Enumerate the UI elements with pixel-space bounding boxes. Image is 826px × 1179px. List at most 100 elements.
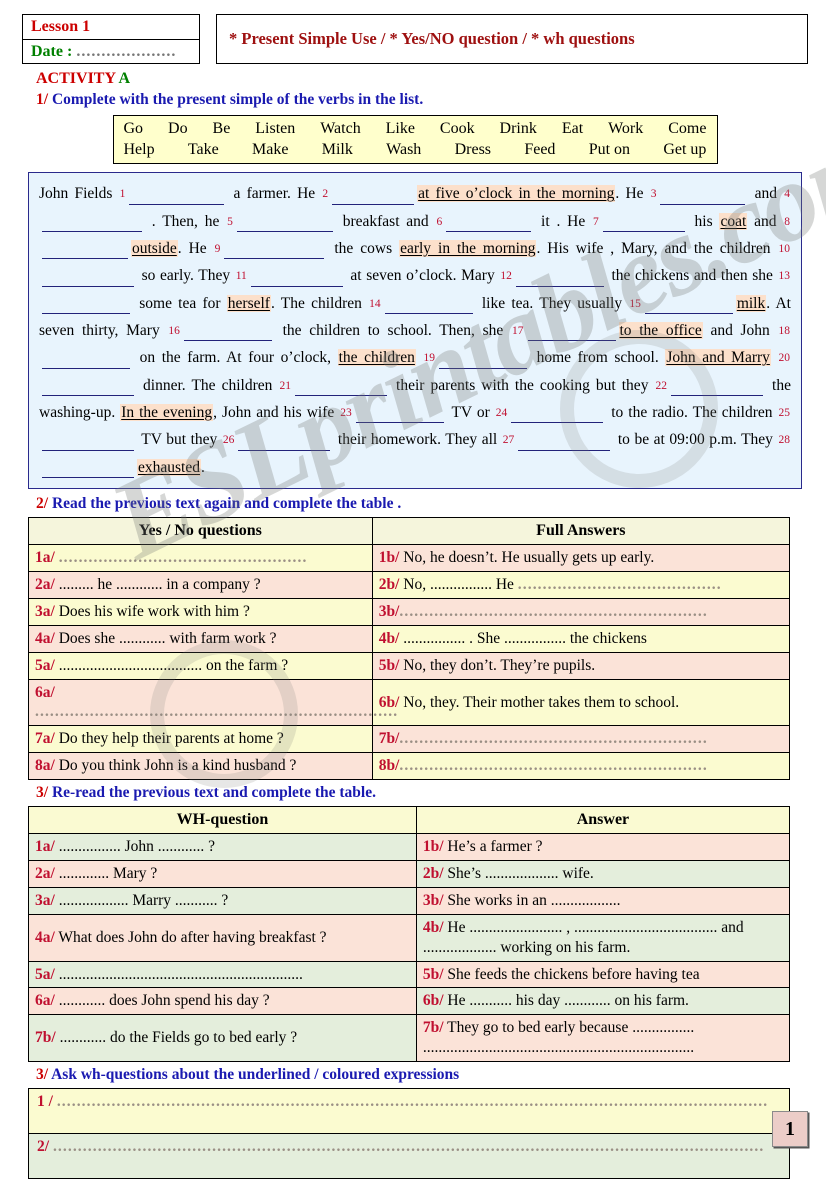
passage-text: the cows: [327, 240, 400, 258]
blank-line[interactable]: [250, 261, 343, 287]
question-cell[interactable]: 7a/ Do they help their parents at home ?: [28, 725, 373, 754]
blank-number: 10: [778, 243, 791, 256]
blank-line[interactable]: [439, 343, 528, 369]
answer-dotted-line[interactable]: ........................................…: [59, 549, 308, 566]
wh-answer-cell[interactable]: 1b/ He’s a farmer ?: [415, 833, 791, 862]
question-cell[interactable]: 3a/ Does his wife work with him ?: [28, 598, 373, 626]
answer-label: 6b/: [422, 992, 444, 1010]
blank-line[interactable]: [236, 207, 333, 233]
answer-cell[interactable]: 1b/ No, he doesn’t. He usually gets up e…: [371, 544, 791, 573]
line-label: 2/: [37, 1137, 53, 1155]
answer-cell[interactable]: 8b/.....................................…: [371, 752, 791, 780]
blank-line[interactable]: [602, 207, 685, 233]
blank-line[interactable]: [332, 179, 415, 205]
passage-text: it . He: [534, 212, 592, 230]
blank-number: 6: [436, 215, 443, 228]
blank-number: 11: [235, 270, 247, 283]
passage-text: his: [687, 212, 720, 230]
blank-line[interactable]: [224, 234, 325, 260]
wh-answer-cell[interactable]: 5b/ She feeds the chickens before having…: [415, 960, 791, 989]
answer-label: 8b/: [378, 757, 400, 775]
question-cell[interactable]: 4a/ Does she ............ with farm work…: [28, 624, 373, 653]
blank-line[interactable]: [183, 316, 272, 342]
blank-line[interactable]: [42, 453, 134, 479]
blank-line[interactable]: [42, 289, 130, 315]
wh-question-cell[interactable]: 3a/ .................. Marry ...........…: [28, 887, 417, 915]
answer-dotted-line[interactable]: ........................................…: [35, 703, 398, 720]
answer-cell[interactable]: 5b/ No, they don’t. They’re pupils.: [371, 651, 791, 680]
answer-cell[interactable]: 4b/ ................ . She .............…: [371, 624, 791, 653]
question-cell[interactable]: 8a/ Do you think John is a kind husband …: [28, 752, 373, 780]
question-cell[interactable]: 5a/ ....................................…: [28, 651, 373, 680]
verb-item: Milk: [321, 141, 353, 159]
topics-box: * Present Simple Use / * Yes/NO question…: [216, 14, 808, 65]
wh-question-cell[interactable]: 7b/ ............ do the Fields go to bed…: [28, 1014, 417, 1062]
blank-line[interactable]: [42, 234, 128, 260]
blank-line[interactable]: [671, 371, 763, 397]
wh-question-cell[interactable]: 2a/ ............. Mary ?: [28, 860, 417, 889]
blank-line[interactable]: [42, 343, 130, 369]
passage-text: their homework. They all: [333, 431, 502, 449]
wh-question-cell[interactable]: 1a/ ................ John ............ ?: [28, 833, 417, 862]
blank-line[interactable]: [660, 179, 746, 205]
answer-dotted-line[interactable]: ........................................…: [57, 1093, 768, 1110]
verb-item: Listen: [255, 120, 296, 138]
answer-dotted-line[interactable]: ........................................…: [53, 1138, 764, 1155]
blank-line[interactable]: [355, 398, 444, 424]
blank-line[interactable]: [238, 425, 331, 451]
blank-line[interactable]: [527, 316, 616, 342]
answer-cell[interactable]: 3b/.....................................…: [371, 598, 791, 626]
answer-dotted-line[interactable]: ........................................…: [399, 730, 707, 747]
blank-line[interactable]: [42, 207, 142, 233]
blank-line[interactable]: [644, 289, 733, 315]
verb-item: Take: [187, 141, 219, 159]
question-label: 5a/: [35, 656, 55, 674]
blank-line[interactable]: [129, 179, 225, 205]
wh-answer-lines-table: 1 / ....................................…: [28, 1087, 790, 1179]
wh-question-cell[interactable]: 4a/ What does John do after having break…: [28, 913, 417, 962]
header-full-answers: Full Answers: [371, 517, 791, 546]
blank-line[interactable]: [384, 289, 473, 315]
wh-answer-cell[interactable]: 3b/ She works in an ..................: [415, 887, 791, 915]
answer-dotted-line[interactable]: ........................................…: [518, 576, 722, 593]
yes-no-questions-table: Yes / No questions Full Answers 1a/ ....…: [28, 517, 791, 780]
question-cell[interactable]: 2a/ ......... he ............ in a compa…: [28, 571, 373, 600]
question-text: ......... he ............ in a company ?: [54, 576, 261, 594]
wh-answer-cell[interactable]: 6b/ He ........... his day ............ …: [415, 987, 791, 1016]
blank-line[interactable]: [515, 261, 604, 287]
answer-text: He ........... his day ............ on h…: [443, 992, 689, 1010]
question-cell[interactable]: 6a/ ....................................…: [28, 678, 397, 727]
answer-cell[interactable]: 7b/.....................................…: [371, 725, 791, 754]
wh-answer-cell[interactable]: 7b/ They go to bed early because .......…: [415, 1014, 791, 1062]
answer-line-cell[interactable]: 2/ .....................................…: [28, 1132, 790, 1179]
blank-number: 20: [778, 352, 791, 365]
blank-line[interactable]: [518, 425, 611, 451]
answer-dotted-line[interactable]: ........................................…: [399, 603, 707, 620]
question-text: Do they help their parents at home ?: [54, 730, 284, 748]
passage-text: to be at 09:00 p.m. They: [613, 431, 778, 449]
question-label: 7b/: [35, 1029, 56, 1047]
question-cell[interactable]: 1a/ ....................................…: [28, 544, 373, 573]
blank-number: 27: [502, 434, 515, 447]
answer-cell[interactable]: 2b/ No, ................ He ............…: [371, 571, 791, 600]
answer-cell[interactable]: 6b/ No, they. Their mother takes them to…: [371, 678, 791, 727]
blank-line[interactable]: [42, 425, 134, 451]
answer-label: 1b/: [378, 549, 400, 567]
wh-question-cell[interactable]: 5a/ ....................................…: [28, 960, 417, 989]
wh-answer-cell[interactable]: 2b/ She’s ................... wife.: [415, 860, 791, 889]
answer-line-cell[interactable]: 1 / ....................................…: [28, 1087, 790, 1134]
blank-line[interactable]: [42, 261, 134, 287]
answer-dotted-line[interactable]: ........................................…: [399, 757, 707, 774]
date-dots[interactable]: ....................: [76, 43, 176, 60]
passage-text: so early. They: [137, 267, 235, 285]
blank-line[interactable]: [294, 371, 387, 397]
blank-number: 19: [423, 352, 436, 365]
verb-item: Help: [123, 141, 155, 159]
blank-line[interactable]: [446, 207, 532, 233]
blank-line[interactable]: [511, 398, 604, 424]
wh-question-cell[interactable]: 6a/ ............ does John spend his day…: [28, 987, 417, 1016]
wh-answer-cell[interactable]: 4b/ He ........................ , ......…: [415, 913, 791, 962]
question-label: 3a/: [35, 892, 55, 910]
blank-line[interactable]: [42, 371, 134, 397]
highlighted-phrase: the children: [337, 349, 416, 367]
